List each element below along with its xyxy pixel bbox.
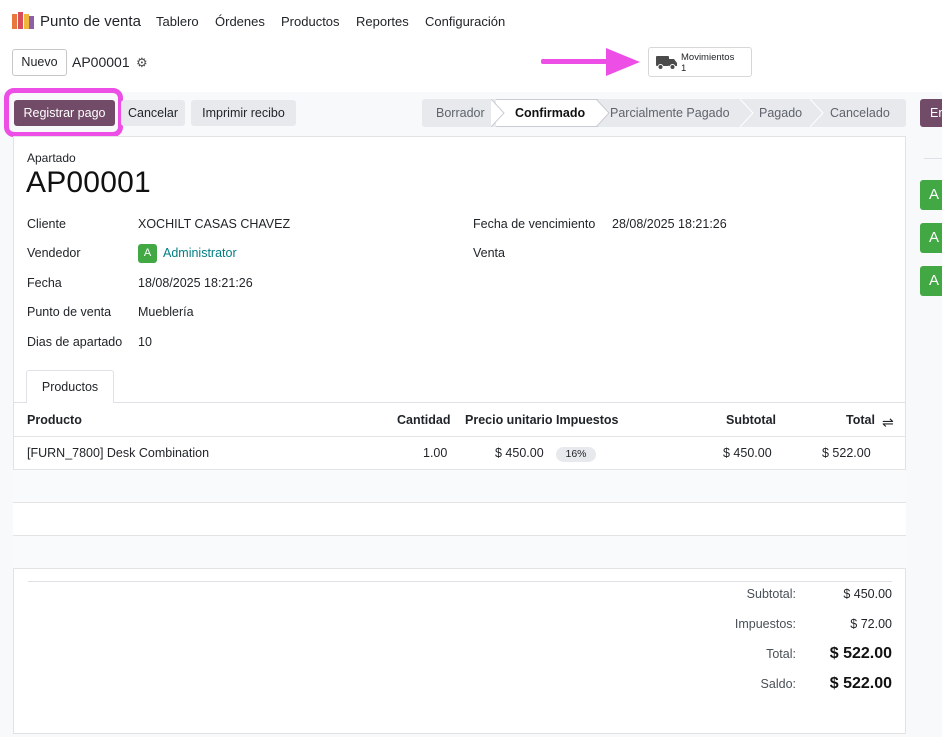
cell-quantity[interactable]: 1.00: [423, 446, 447, 460]
empty-table-row: [13, 470, 906, 503]
smart-button-label: Movimientos: [681, 52, 735, 63]
tab-productos[interactable]: Productos: [26, 370, 114, 403]
tax-badge[interactable]: 16%: [556, 447, 596, 462]
column-header-precio-unitario[interactable]: Precio unitario: [465, 413, 553, 427]
column-header-total[interactable]: Total: [846, 413, 875, 427]
field-label-cliente: Cliente: [27, 217, 66, 231]
field-label-punto-de-venta: Punto de venta: [27, 305, 112, 319]
column-header-impuestos[interactable]: Impuestos: [556, 413, 619, 427]
cell-unit-price[interactable]: $ 450.00: [495, 446, 544, 460]
stage-separator-icon: [596, 99, 610, 127]
field-value-fecha-vencimiento[interactable]: 28/08/2025 18:21:26: [612, 217, 727, 231]
page-title: AP00001: [26, 166, 151, 199]
column-header-cantidad[interactable]: Cantidad: [397, 413, 450, 427]
empty-table-row: [13, 536, 906, 569]
subtotal-label: Subtotal:: [746, 587, 796, 601]
cell-total: $ 522.00: [822, 446, 871, 460]
field-value-cliente[interactable]: XOCHILT CASAS CHAVEZ: [138, 217, 290, 231]
menu-configuracion[interactable]: Configuración: [425, 14, 505, 29]
field-value-vendedor[interactable]: Administrator: [163, 246, 237, 260]
taxes-value: $ 72.00: [850, 617, 892, 631]
document-type-label: Apartado: [27, 151, 76, 165]
annotation-arrow-head: [606, 48, 640, 76]
chatter-divider: [924, 158, 942, 159]
field-label-venta: Venta: [473, 246, 505, 260]
new-button[interactable]: Nuevo: [12, 49, 67, 76]
cancel-button[interactable]: Cancelar: [121, 100, 185, 126]
column-header-subtotal[interactable]: Subtotal: [726, 413, 776, 427]
menu-ordenes[interactable]: Órdenes: [215, 14, 265, 29]
tab-divider: [13, 402, 906, 403]
column-settings-icon[interactable]: ⇌: [882, 414, 894, 431]
totals-divider: [28, 581, 892, 582]
chatter-avatar[interactable]: A: [920, 266, 942, 296]
edge-action-button[interactable]: En: [920, 99, 942, 127]
column-header-producto[interactable]: Producto: [27, 413, 82, 427]
total-value: $ 522.00: [829, 645, 892, 662]
total-label: Total:: [766, 647, 796, 661]
table-header-divider: [13, 436, 906, 437]
menu-tablero[interactable]: Tablero: [156, 14, 199, 29]
cell-subtotal: $ 450.00: [723, 446, 772, 460]
stage-parcialmente-pagado[interactable]: Parcialmente Pagado: [610, 99, 730, 127]
taxes-label: Impuestos:: [734, 617, 796, 631]
menu-reportes[interactable]: Reportes: [356, 14, 409, 29]
empty-table-row: [13, 503, 906, 536]
field-value-fecha[interactable]: 18/08/2025 18:21:26: [138, 276, 253, 290]
field-label-vendedor: Vendedor: [27, 246, 81, 260]
truck-icon: [656, 56, 677, 70]
field-label-fecha: Fecha: [27, 276, 62, 290]
stage-separator-icon: [740, 99, 754, 127]
annotation-arrow-shaft: [541, 59, 611, 64]
field-label-dias-apartado: Dias de apartado: [27, 335, 123, 349]
field-label-fecha-vencimiento: Fecha de vencimiento: [473, 217, 596, 231]
stage-separator-icon: [810, 99, 824, 127]
balance-label: Saldo:: [760, 677, 796, 691]
subtotal-value: $ 450.00: [843, 587, 892, 601]
field-value-punto-de-venta[interactable]: Mueblería: [138, 305, 194, 319]
app-logo-icon[interactable]: [12, 12, 34, 29]
chatter-avatar[interactable]: A: [920, 223, 942, 253]
cell-product[interactable]: [FURN_7800] Desk Combination: [27, 446, 209, 460]
print-receipt-button[interactable]: Imprimir recibo: [191, 100, 296, 126]
gear-icon[interactable]: ⚙: [136, 55, 148, 71]
menu-productos[interactable]: Productos: [281, 14, 340, 29]
field-value-dias-apartado[interactable]: 10: [138, 335, 152, 349]
avatar: A: [138, 244, 157, 263]
balance-value: $ 522.00: [829, 675, 892, 692]
app-name[interactable]: Punto de venta: [40, 13, 141, 30]
stage-cancelado[interactable]: Cancelado: [830, 99, 890, 127]
chatter-avatar[interactable]: A: [920, 180, 942, 210]
table-row-divider: [13, 568, 906, 569]
breadcrumb-record: AP00001: [72, 54, 130, 70]
register-payment-button[interactable]: Registrar pago: [14, 100, 115, 126]
stage-pagado[interactable]: Pagado: [759, 99, 802, 127]
stage-confirmado[interactable]: Confirmado: [515, 99, 585, 127]
stage-borrador[interactable]: Borrador: [436, 99, 485, 127]
stage-separator-icon: [491, 99, 505, 127]
smart-button-count: 1: [681, 63, 687, 74]
